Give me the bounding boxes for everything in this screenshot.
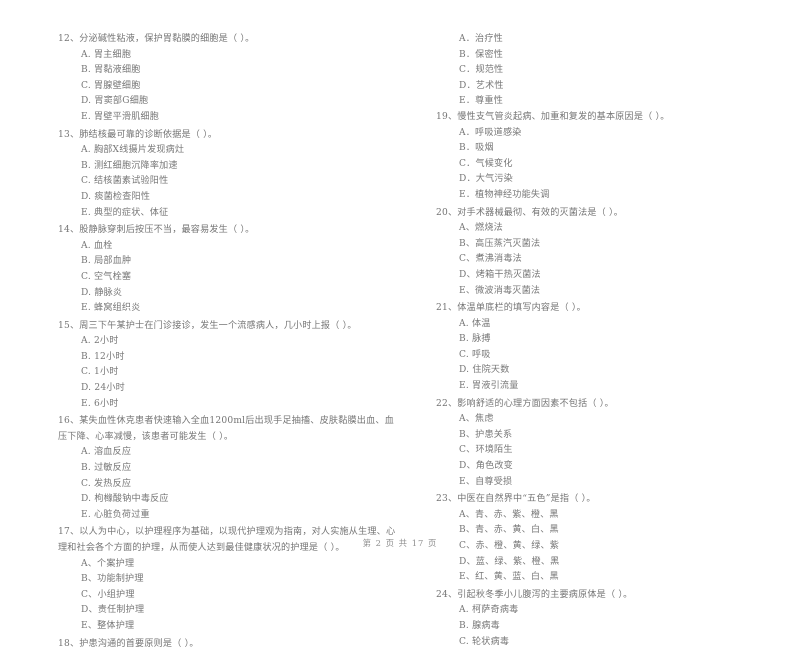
option-a[interactable]: A. 溶血反应 bbox=[58, 445, 398, 461]
option-d[interactable]: D. 胃窦部G细胞 bbox=[58, 94, 398, 110]
option-c[interactable]: C. 胃腺壁细胞 bbox=[58, 79, 398, 95]
question-stem: 18、护患沟通的首要原则是（ ）。 bbox=[58, 638, 199, 649]
option-b[interactable]: B．吸烟 bbox=[436, 141, 776, 157]
option-c[interactable]: C．规范性 bbox=[436, 63, 776, 79]
option-a[interactable]: A、燃烧法 bbox=[436, 221, 776, 237]
option-a[interactable]: A．治疗性 bbox=[436, 32, 776, 48]
question-13: 13、肺结核最可靠的诊断依据是（ ）。 A. 胸部X线摄片发现病灶 B. 测红细… bbox=[58, 128, 398, 222]
option-a[interactable]: A、青、赤、紫、橙、黑 bbox=[436, 508, 776, 524]
question-stem: 13、肺结核最可靠的诊断依据是（ ）。 bbox=[58, 129, 218, 140]
question-16: 16、某失血性休克患者快速输入全血1200ml后出现手足抽搐、皮肤黏膜出血、血压… bbox=[58, 414, 398, 523]
question-22: 22、影响舒适的心理方面因素不包括（ ）。 A、焦虑 B、护患关系 C、环境陌生… bbox=[436, 397, 776, 491]
option-a[interactable]: A. 胃主细胞 bbox=[58, 48, 398, 64]
option-a[interactable]: A．呼吸道感染 bbox=[436, 126, 776, 142]
option-e[interactable]: E. 蜂窝组织炎 bbox=[58, 301, 398, 317]
option-e[interactable]: E、红、黄、蓝、白、黑 bbox=[436, 570, 776, 586]
option-e[interactable]: E．尊重性 bbox=[436, 94, 776, 110]
option-d[interactable]: D. 痰菌检查阳性 bbox=[58, 190, 398, 206]
question-12: 12、分泌碱性粘液，保护胃黏膜的细胞是（ ）。 A. 胃主细胞 B. 胃黏液细胞… bbox=[58, 32, 398, 126]
option-d[interactable]: D. 枸橼酸钠中毒反应 bbox=[58, 492, 398, 508]
option-a[interactable]: A. 血栓 bbox=[58, 239, 398, 255]
option-b[interactable]: B. 腺病毒 bbox=[436, 619, 776, 635]
exam-page: 12、分泌碱性粘液，保护胃黏膜的细胞是（ ）。 A. 胃主细胞 B. 胃黏液细胞… bbox=[0, 0, 800, 649]
left-column: 12、分泌碱性粘液，保护胃黏膜的细胞是（ ）。 A. 胃主细胞 B. 胃黏液细胞… bbox=[58, 32, 398, 654]
option-c[interactable]: C．气候变化 bbox=[436, 157, 776, 173]
two-column-layout: 12、分泌碱性粘液，保护胃黏膜的细胞是（ ）。 A. 胃主细胞 B. 胃黏液细胞… bbox=[58, 32, 742, 654]
question-20: 20、对手术器械最彻、有效的灭菌法是（ ）。 A、燃烧法 B、高压蒸汽灭菌法 C… bbox=[436, 206, 776, 300]
option-e[interactable]: E. 心脏负荷过重 bbox=[58, 508, 398, 524]
question-19: 19、慢性支气管炎起病、加重和复发的基本原因是（ ）。 A．呼吸道感染 B．吸烟… bbox=[436, 110, 776, 204]
question-stem: 12、分泌碱性粘液，保护胃黏膜的细胞是（ ）。 bbox=[58, 34, 255, 44]
option-e[interactable]: E. 6小时 bbox=[58, 397, 398, 413]
question-stem: 23、中医在自然界中“五色”是指（ ）。 bbox=[436, 494, 596, 505]
question-stem: 16、某失血性休克患者快速输入全血1200ml后出现手足抽搐、皮肤黏膜出血、血压… bbox=[58, 416, 394, 442]
option-c[interactable]: C. 空气栓塞 bbox=[58, 270, 398, 286]
option-e[interactable]: E、整体护理 bbox=[58, 619, 398, 635]
question-stem: 20、对手术器械最彻、有效的灭菌法是（ ）。 bbox=[436, 207, 624, 218]
option-a[interactable]: A、焦虑 bbox=[436, 412, 776, 428]
option-d[interactable]: D．艺术性 bbox=[436, 79, 776, 95]
option-b[interactable]: B、高压蒸汽灭菌法 bbox=[436, 237, 776, 253]
page-footer: 第 2 页 共 17 页 bbox=[362, 538, 438, 548]
question-21: 21、体温单底栏的填写内容是（ ）。 A. 体温 B. 脉搏 C. 呼吸 D. … bbox=[436, 301, 776, 395]
option-b[interactable]: B、护患关系 bbox=[436, 428, 776, 444]
option-b[interactable]: B. 测红细胞沉降率加速 bbox=[58, 159, 398, 175]
option-e[interactable]: E、自尊受损 bbox=[436, 475, 776, 491]
option-c[interactable]: C. 结核菌素试验阳性 bbox=[58, 174, 398, 190]
option-c[interactable]: C. 发热反应 bbox=[58, 477, 398, 493]
option-b[interactable]: B. 12小时 bbox=[58, 350, 398, 366]
option-d[interactable]: D、烤箱干热灭菌法 bbox=[436, 268, 776, 284]
question-stem: 14、股静脉穿刺后按压不当，最容易发生（ ）。 bbox=[58, 225, 255, 236]
question-stem: 19、慢性支气管炎起病、加重和复发的基本原因是（ ）。 bbox=[436, 111, 670, 122]
question-15: 15、周三下午某护士在门诊接诊，发生一个流感病人，几小时上报（ ）。 A. 2小… bbox=[58, 319, 398, 413]
option-d[interactable]: D、角色改变 bbox=[436, 459, 776, 475]
option-e[interactable]: E．植物神经功能失调 bbox=[436, 188, 776, 204]
question-stem: 24、引起秋冬季小儿腹泻的主要病原体是（ ）。 bbox=[436, 589, 633, 600]
option-c[interactable]: C、煮沸消毒法 bbox=[436, 252, 776, 268]
option-c[interactable]: C. 轮状病毒 bbox=[436, 635, 776, 651]
question-24: 24、引起秋冬季小儿腹泻的主要病原体是（ ）。 A. 柯萨奇病毒 B. 腺病毒 … bbox=[436, 588, 776, 650]
option-b[interactable]: B. 过敏反应 bbox=[58, 461, 398, 477]
option-c[interactable]: C. 1小时 bbox=[58, 365, 398, 381]
option-d[interactable]: D. 24小时 bbox=[58, 381, 398, 397]
option-c[interactable]: C、小组护理 bbox=[58, 588, 398, 604]
option-c[interactable]: C. 呼吸 bbox=[436, 348, 776, 364]
question-18: 18、护患沟通的首要原则是（ ）。 bbox=[58, 637, 398, 653]
option-e[interactable]: E. 胃壁平滑肌细胞 bbox=[58, 110, 398, 126]
option-e[interactable]: E、微波消毒灭菌法 bbox=[436, 284, 776, 300]
option-e[interactable]: E. 典型的症状、体征 bbox=[58, 206, 398, 222]
option-d[interactable]: D. 静脉炎 bbox=[58, 286, 398, 302]
option-d[interactable]: D、蓝、绿、紫、橙、黑 bbox=[436, 555, 776, 571]
question-18-options-continued: A．治疗性 B．保密性 C．规范性 D．艺术性 E．尊重性 bbox=[436, 32, 776, 110]
option-d[interactable]: D．大气污染 bbox=[436, 172, 776, 188]
question-stem: 15、周三下午某护士在门诊接诊，发生一个流感病人，几小时上报（ ）。 bbox=[58, 320, 357, 331]
option-a[interactable]: A. 柯萨奇病毒 bbox=[436, 603, 776, 619]
option-a[interactable]: A. 2小时 bbox=[58, 334, 398, 350]
option-b[interactable]: B. 局部血肿 bbox=[58, 254, 398, 270]
question-14: 14、股静脉穿刺后按压不当，最容易发生（ ）。 A. 血栓 B. 局部血肿 C.… bbox=[58, 223, 398, 317]
option-b[interactable]: B. 胃黏液细胞 bbox=[58, 63, 398, 79]
option-a[interactable]: A. 胸部X线摄片发现病灶 bbox=[58, 143, 398, 159]
option-c[interactable]: C、环境陌生 bbox=[436, 443, 776, 459]
option-d[interactable]: D、责任制护理 bbox=[58, 603, 398, 619]
option-e[interactable]: E. 胃液引流量 bbox=[436, 379, 776, 395]
option-a[interactable]: A、个案护理 bbox=[58, 557, 398, 573]
question-stem: 22、影响舒适的心理方面因素不包括（ ）。 bbox=[436, 398, 614, 409]
option-a[interactable]: A. 体温 bbox=[436, 317, 776, 333]
option-b[interactable]: B. 脉搏 bbox=[436, 332, 776, 348]
right-column: A．治疗性 B．保密性 C．规范性 D．艺术性 E．尊重性 19、慢性支气管炎起… bbox=[436, 32, 776, 652]
option-b[interactable]: B．保密性 bbox=[436, 48, 776, 64]
question-stem: 21、体温单底栏的填写内容是（ ）。 bbox=[436, 303, 586, 314]
option-d[interactable]: D. 住院天数 bbox=[436, 363, 776, 379]
option-b[interactable]: B、功能制护理 bbox=[58, 572, 398, 588]
